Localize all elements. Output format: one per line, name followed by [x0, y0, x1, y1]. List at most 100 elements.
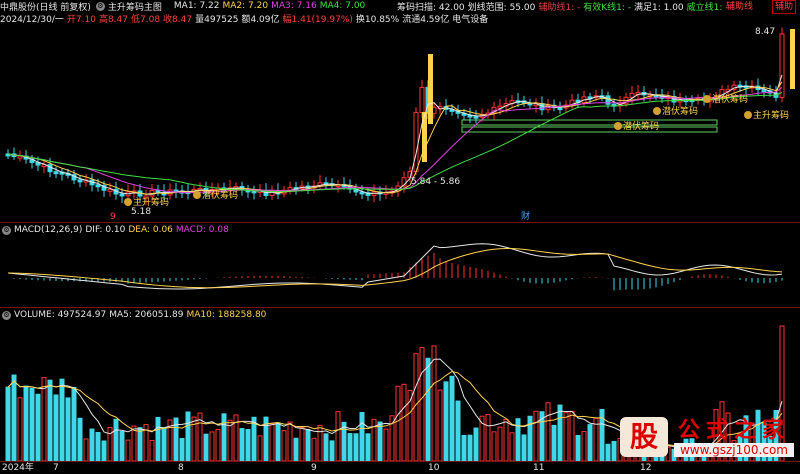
volume-bar: [401, 383, 407, 461]
volume-bar: [119, 430, 125, 461]
volume-bar: [467, 434, 473, 461]
candle-body: [557, 107, 563, 111]
support-zone-top: [461, 119, 718, 126]
volume-bar: [395, 385, 401, 461]
volume-bar: [35, 393, 41, 461]
volume-bar: [611, 440, 617, 461]
volume-bar: [113, 418, 119, 461]
ma-lines-group: [7, 74, 783, 195]
candle-body: [413, 112, 419, 173]
badge-text: 潜伏筹码: [202, 191, 239, 201]
volume-bar: [359, 412, 365, 461]
info-float: 流通4.59亿: [402, 14, 450, 25]
badge-latent-1[interactable]: 潜伏筹码: [193, 188, 238, 201]
volume-bar: [71, 386, 77, 461]
volume-bar: [587, 424, 593, 461]
limit-up-candle: [790, 29, 795, 89]
badge-main-rise-1[interactable]: 主升筹码: [124, 195, 169, 208]
info-low: 低7.08: [131, 14, 161, 25]
ma1-label: MA1: 7.22: [173, 1, 220, 11]
candle-body: [107, 188, 113, 192]
range-price-label: 5.84 - 5.86: [411, 177, 461, 187]
candle-body: [629, 92, 635, 98]
volume-bar: [293, 437, 299, 461]
badge-text: 潜伏筹码: [712, 95, 749, 105]
gear-icon[interactable]: ⚙: [2, 310, 11, 320]
volume-bar: [377, 421, 383, 461]
badge-latent-2[interactable]: 潜伏筹码: [614, 119, 659, 132]
volume-bar: [257, 435, 263, 461]
volume-bar: [425, 357, 431, 461]
wili-line-label: 威立线1: -: [686, 2, 729, 13]
candle-body: [539, 103, 545, 111]
volume-bar: [341, 421, 347, 461]
coin-icon: [124, 197, 132, 206]
info-volume: 量497525: [195, 14, 239, 25]
high-price-label: 8.47: [755, 27, 776, 37]
gear-icon[interactable]: ⚙: [2, 225, 11, 235]
volume-bar: [245, 428, 251, 461]
price-chart[interactable]: [0, 24, 800, 222]
volume-bar: [41, 377, 47, 461]
coin-icon: [653, 106, 661, 115]
volume-bar: [347, 433, 353, 461]
panel-separator-1: [0, 222, 800, 223]
ma3-label: MA3: 7.16: [271, 1, 317, 11]
aux-line-label: 辅助线1: -: [538, 2, 581, 13]
header-row-1: 中鼎股份(日线 前复权) ⚙ 主升筹码主图 MA1: 7.22 MA2: 7.2…: [0, 0, 368, 13]
volume-bar: [179, 437, 185, 461]
volume-bar: [29, 387, 35, 461]
x-axis: 2024年 7 8 9 10 11 12: [0, 461, 800, 474]
volume-bar: [449, 375, 455, 461]
candle-body: [155, 190, 161, 194]
volume-bar: [305, 429, 311, 461]
volume-bar: [83, 438, 89, 461]
badge-main-rise-2[interactable]: 主升筹码: [744, 108, 789, 121]
satisfy-label: 满足1: 1.00: [634, 2, 684, 13]
volume-bar: [89, 428, 95, 461]
coin-icon: [193, 190, 201, 199]
volume-bar: [215, 428, 221, 461]
volume-bar: [497, 426, 503, 461]
x-tick-sep: 9: [311, 463, 317, 473]
badge-latent-4[interactable]: 潜伏筹码: [703, 92, 748, 105]
candle-body: [473, 115, 479, 119]
volume-bar: [563, 412, 569, 461]
info-sector: 电气设备: [452, 14, 489, 25]
volume-bar: [275, 422, 281, 461]
volume-bar: [101, 440, 107, 461]
volume-bar: [569, 410, 575, 461]
macd-dif: DIF: 0.10: [85, 225, 126, 235]
right-badge[interactable]: 辅助: [771, 0, 796, 14]
volume-bar: [5, 386, 11, 461]
support-zone-bottom: [461, 126, 718, 133]
volume-bar: [545, 402, 551, 461]
coin-icon: [744, 110, 752, 119]
macd-chart[interactable]: [0, 236, 800, 306]
limit-up-candle: [422, 112, 427, 162]
volume-bar: [599, 408, 605, 461]
volume-bar: [353, 433, 359, 461]
volume-bar: [125, 439, 131, 461]
volume-bar: [335, 411, 341, 461]
volume-bar: [485, 414, 491, 461]
volume-bar: [287, 421, 293, 461]
gear-icon[interactable]: ⚙: [95, 1, 105, 11]
volume-bar: [209, 431, 215, 461]
candle-body: [95, 184, 101, 188]
volume-bar: [527, 415, 533, 461]
volume-bar: [185, 411, 191, 461]
volume-bar: [299, 427, 305, 461]
volume-bar: [461, 435, 467, 461]
volume-bar: [269, 423, 275, 461]
x-tick-dec: 12: [640, 463, 652, 473]
volume-bar: [47, 379, 53, 461]
badge-latent-3[interactable]: 潜伏筹码: [653, 104, 698, 117]
volume-bar: [383, 428, 389, 461]
volume-bar: [23, 385, 29, 461]
coin-icon: [703, 94, 711, 103]
volume-bar: [491, 431, 497, 461]
info-open: 开7.10: [66, 14, 96, 25]
volume-bar: [365, 433, 371, 461]
info-date: 2024/12/30/一: [0, 14, 64, 25]
